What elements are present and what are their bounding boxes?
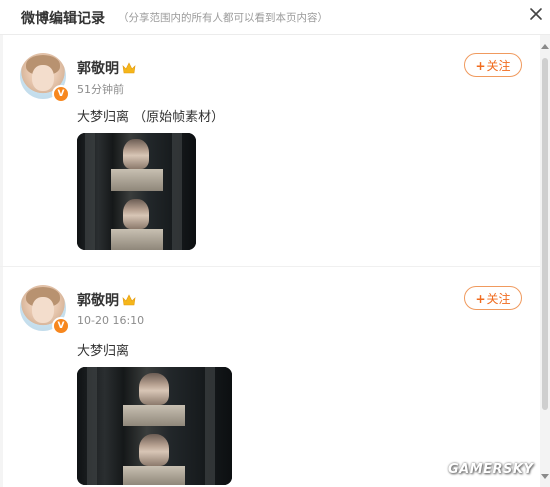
post-text: 大梦归离 （原始帧素材） bbox=[77, 110, 225, 125]
watermark: GAMERSKY bbox=[448, 462, 534, 477]
crown-icon bbox=[122, 294, 136, 306]
dialog-header: 微博编辑记录 （分享范围内的所有人都可以看到本页内容） bbox=[0, 0, 550, 35]
post-image[interactable] bbox=[77, 133, 196, 250]
verified-badge-icon: V bbox=[52, 85, 70, 103]
post-text: 大梦归离 bbox=[77, 344, 130, 359]
post-time[interactable]: 10-20 16:10 bbox=[77, 314, 144, 327]
post-time[interactable]: 51分钟前 bbox=[77, 81, 124, 97]
list-item: V 郭敬明 10-20 16:10 +关注 大梦归离 bbox=[0, 266, 540, 487]
verified-badge-icon: V bbox=[52, 317, 70, 335]
edit-history-list: V 郭敬明 51分钟前 +关注 大梦归离 （原始帧素材） V 郭敬明 10-20… bbox=[0, 35, 540, 487]
scrollbar-thumb[interactable] bbox=[542, 58, 548, 410]
post-image[interactable] bbox=[77, 367, 232, 485]
list-item: V 郭敬明 51分钟前 +关注 大梦归离 （原始帧素材） bbox=[0, 35, 540, 266]
follow-button[interactable]: +关注 bbox=[464, 286, 522, 310]
scroll-down-arrow-icon[interactable] bbox=[541, 474, 549, 479]
dialog-subtitle: （分享范围内的所有人都可以看到本页内容） bbox=[118, 12, 328, 24]
dialog-title: 微博编辑记录 bbox=[21, 11, 105, 27]
user-name[interactable]: 郭敬明 bbox=[77, 58, 119, 78]
edit-history-dialog: 微博编辑记录 （分享范围内的所有人都可以看到本页内容） V 郭敬明 51分钟前 … bbox=[0, 0, 550, 487]
crown-icon bbox=[122, 62, 136, 74]
close-icon[interactable] bbox=[528, 6, 544, 22]
follow-button[interactable]: +关注 bbox=[464, 53, 522, 77]
scroll-up-arrow-icon[interactable] bbox=[541, 44, 549, 49]
user-name[interactable]: 郭敬明 bbox=[77, 290, 119, 310]
